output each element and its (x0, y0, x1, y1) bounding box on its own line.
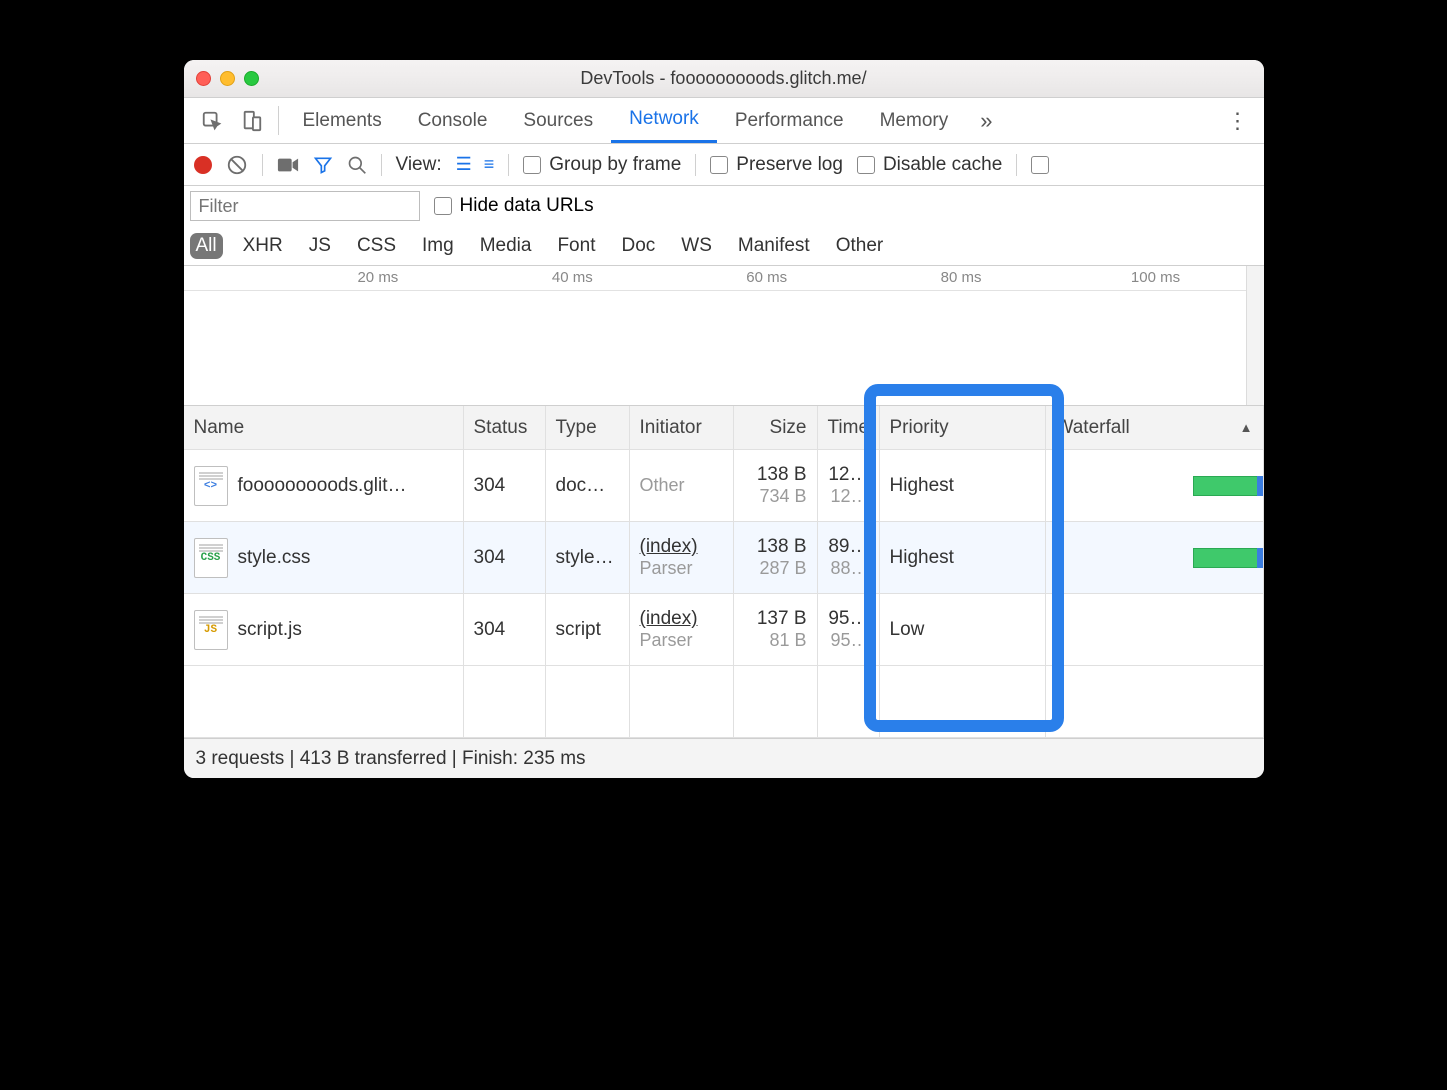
tick-label: 100 ms (1131, 269, 1180, 286)
type-chip-doc[interactable]: Doc (615, 233, 661, 259)
col-status[interactable]: Status (464, 406, 546, 449)
status-bar: 3 requests | 413 B transferred | Finish:… (184, 738, 1264, 778)
request-name: fooooooooods.glit… (238, 475, 407, 497)
request-size: 138 B734 B (734, 450, 818, 521)
hide-data-urls-label: Hide data URLs (460, 195, 594, 217)
request-time: 12…12… (818, 450, 880, 521)
disable-cache-checkbox[interactable]: Disable cache (857, 154, 1002, 176)
col-size[interactable]: Size (734, 406, 818, 449)
col-initiator[interactable]: Initiator (630, 406, 734, 449)
camera-icon[interactable] (277, 156, 299, 174)
request-status: 304 (464, 450, 546, 521)
request-time: 89…88… (818, 522, 880, 593)
request-status: 304 (464, 594, 546, 665)
request-priority: Low (880, 594, 1046, 665)
titlebar: DevTools - fooooooooods.glitch.me/ (184, 60, 1264, 98)
type-chip-ws[interactable]: WS (675, 233, 718, 259)
preserve-log-checkbox[interactable]: Preserve log (710, 154, 843, 176)
tick-label: 40 ms (552, 269, 593, 286)
request-initiator[interactable]: (index)Parser (630, 522, 734, 593)
table-header: Name Status Type Initiator Size Time Pri… (184, 406, 1264, 450)
record-button[interactable] (194, 156, 212, 174)
request-type: script (546, 594, 630, 665)
request-priority: Highest (880, 522, 1046, 593)
table-row (184, 666, 1264, 738)
request-waterfall (1046, 450, 1264, 521)
tick-label: 60 ms (746, 269, 787, 286)
overview-icon[interactable]: ≡ (484, 154, 495, 175)
request-size: 137 B81 B (734, 594, 818, 665)
type-chip-js[interactable]: JS (303, 233, 337, 259)
tick-label: 80 ms (941, 269, 982, 286)
tab-console[interactable]: Console (400, 98, 506, 143)
large-rows-icon[interactable]: ☰ (456, 154, 470, 175)
view-label: View: (396, 154, 442, 176)
request-initiator[interactable]: Other (630, 450, 734, 521)
type-chip-css[interactable]: CSS (351, 233, 402, 259)
tab-elements[interactable]: Elements (285, 98, 400, 143)
status-text: 3 requests | 413 B transferred | Finish:… (196, 748, 586, 770)
tabs-overflow[interactable]: » (966, 98, 1006, 143)
col-time[interactable]: Time (818, 406, 880, 449)
clear-icon[interactable] (226, 154, 248, 176)
group-by-frame-label: Group by frame (549, 154, 681, 176)
window-title: DevTools - fooooooooods.glitch.me/ (184, 68, 1264, 89)
disable-cache-label: Disable cache (883, 154, 1002, 176)
device-toggle-icon[interactable] (232, 98, 272, 143)
js-file-icon: JS (194, 610, 228, 650)
group-by-frame-checkbox[interactable]: Group by frame (523, 154, 681, 176)
devtools-window: DevTools - fooooooooods.glitch.me/ Eleme… (184, 60, 1264, 778)
inspect-icon[interactable] (192, 98, 232, 143)
hide-data-urls-checkbox[interactable]: Hide data URLs (434, 195, 594, 217)
tab-strip: ElementsConsoleSourcesNetworkPerformance… (184, 98, 1264, 144)
col-waterfall[interactable]: Waterfall▲ (1046, 406, 1264, 449)
tab-sources[interactable]: Sources (505, 98, 611, 143)
table-row[interactable]: CSS style.css 304 style… (index)Parser 1… (184, 522, 1264, 594)
request-type: style… (546, 522, 630, 593)
request-type: doc… (546, 450, 630, 521)
sort-indicator-icon: ▲ (1240, 420, 1253, 435)
css-file-icon: CSS (194, 538, 228, 578)
request-waterfall (1046, 522, 1264, 593)
tab-performance[interactable]: Performance (717, 98, 862, 143)
preserve-log-label: Preserve log (736, 154, 843, 176)
col-type[interactable]: Type (546, 406, 630, 449)
tab-memory[interactable]: Memory (862, 98, 967, 143)
tick-label: 20 ms (357, 269, 398, 286)
col-priority[interactable]: Priority (880, 406, 1046, 449)
type-chip-all[interactable]: All (190, 233, 223, 259)
request-initiator[interactable]: (index)Parser (630, 594, 734, 665)
request-name: script.js (238, 619, 302, 641)
timeline-overview[interactable]: 20 ms 40 ms 60 ms 80 ms 100 ms (184, 266, 1264, 406)
type-chip-img[interactable]: Img (416, 233, 460, 259)
type-chip-other[interactable]: Other (830, 233, 890, 259)
request-name: style.css (238, 547, 311, 569)
request-time: 95…95… (818, 594, 880, 665)
type-chip-manifest[interactable]: Manifest (732, 233, 816, 259)
filter-icon[interactable] (313, 155, 333, 175)
table-row[interactable]: <> fooooooooods.glit… 304 doc… Other 138… (184, 450, 1264, 522)
kebab-menu-icon[interactable]: ⋮ (1220, 98, 1256, 143)
type-chip-font[interactable]: Font (551, 233, 601, 259)
type-filter-bar: All XHR JS CSS Img Media Font Doc WS Manifest Othe… (184, 226, 1264, 266)
type-chip-media[interactable]: Media (474, 233, 538, 259)
filter-bar: Hide data URLs (184, 186, 1264, 226)
filter-input[interactable] (190, 191, 420, 221)
offline-checkbox[interactable] (1031, 156, 1051, 174)
search-icon[interactable] (347, 155, 367, 175)
type-chip-xhr[interactable]: XHR (237, 233, 289, 259)
request-waterfall (1046, 594, 1264, 665)
request-size: 138 B287 B (734, 522, 818, 593)
html-file-icon: <> (194, 466, 228, 506)
network-toolbar: View: ☰ ≡ Group by frame Preserve log Di… (184, 144, 1264, 186)
tab-network[interactable]: Network (611, 98, 717, 143)
request-status: 304 (464, 522, 546, 593)
request-table: Name Status Type Initiator Size Time Pri… (184, 406, 1264, 738)
table-row[interactable]: JS script.js 304 script (index)Parser 13… (184, 594, 1264, 666)
scrollbar[interactable] (1246, 266, 1264, 405)
col-name[interactable]: Name (184, 406, 464, 449)
request-priority: Highest (880, 450, 1046, 521)
